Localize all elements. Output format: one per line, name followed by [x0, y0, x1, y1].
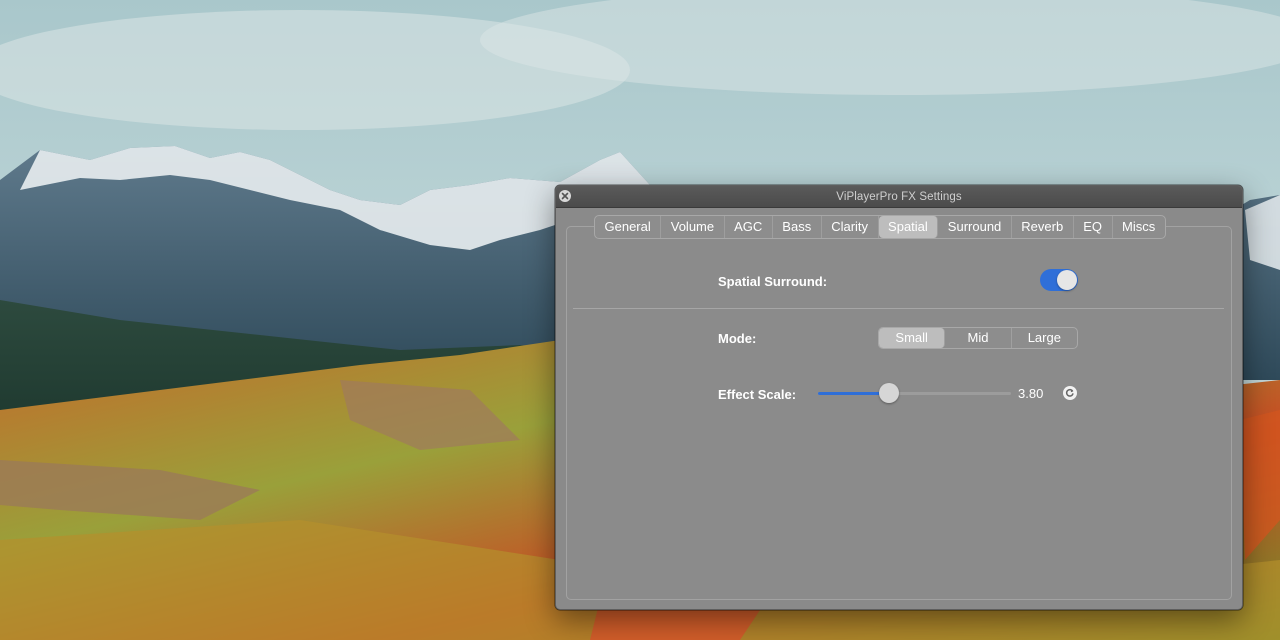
mode-option-mid[interactable]: Mid [945, 328, 1012, 348]
tab-volume[interactable]: Volume [661, 216, 725, 238]
tab-surround[interactable]: Surround [938, 216, 1012, 238]
mode-label: Mode: [718, 331, 757, 346]
tab-general[interactable]: General [595, 216, 662, 238]
mode-segmented-control: Small Mid Large [878, 327, 1078, 349]
toggle-knob [1057, 270, 1077, 290]
mode-option-large[interactable]: Large [1012, 328, 1077, 348]
mode-option-small[interactable]: Small [879, 328, 946, 348]
tab-eq[interactable]: EQ [1074, 216, 1113, 238]
effect-scale-label: Effect Scale: [718, 387, 797, 402]
tab-clarity[interactable]: Clarity [822, 216, 879, 238]
spatial-surround-label: Spatial Surround: [718, 274, 828, 289]
reset-icon[interactable] [1063, 386, 1077, 400]
tab-agc[interactable]: AGC [725, 216, 773, 238]
divider [573, 308, 1224, 309]
tab-bar: General Volume AGC Bass Clarity Spatial … [594, 215, 1166, 239]
spatial-surround-toggle[interactable] [1040, 269, 1078, 291]
effect-scale-value: 3.80 [1018, 386, 1044, 401]
tab-bass[interactable]: Bass [773, 216, 822, 238]
tab-miscs[interactable]: Miscs [1113, 216, 1165, 238]
close-icon[interactable] [559, 190, 571, 202]
settings-panel [566, 226, 1232, 600]
effect-scale-slider[interactable] [818, 383, 1011, 403]
window-title: ViPlayerPro FX Settings [836, 190, 962, 203]
titlebar[interactable]: ViPlayerPro FX Settings [556, 186, 1242, 208]
fx-settings-window: ViPlayerPro FX Settings General Volume A… [555, 185, 1243, 610]
tab-reverb[interactable]: Reverb [1012, 216, 1074, 238]
tab-spatial[interactable]: Spatial [878, 216, 939, 238]
